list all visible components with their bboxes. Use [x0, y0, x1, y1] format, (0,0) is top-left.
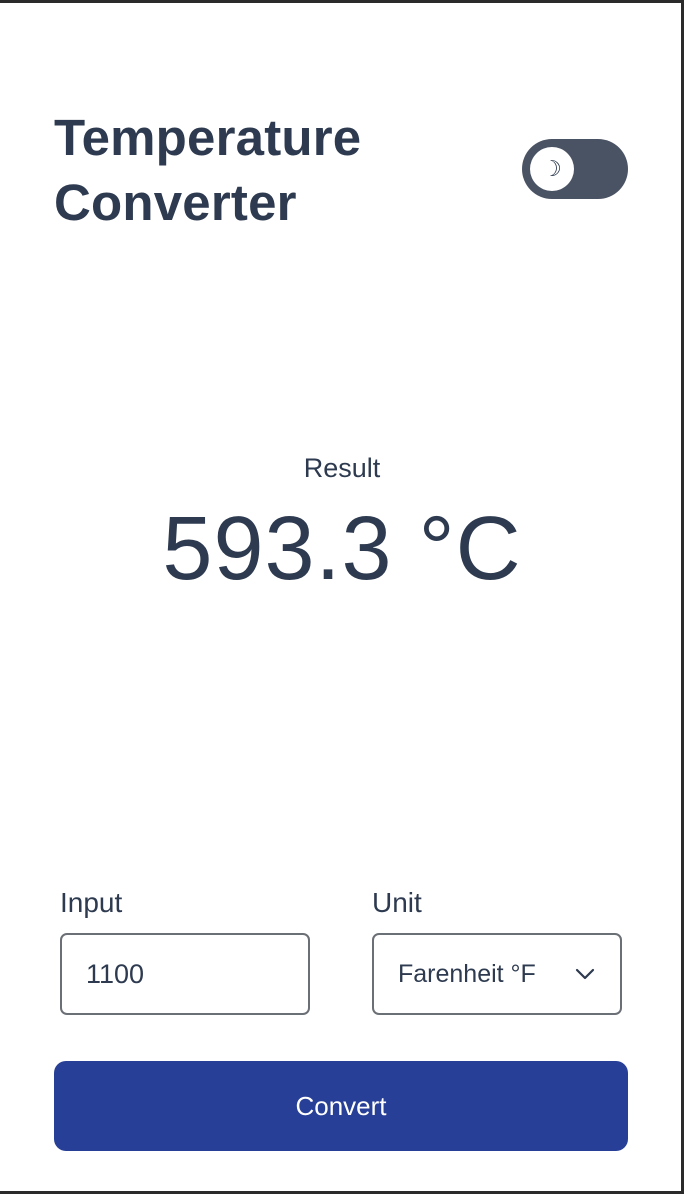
unit-select[interactable]: Farenheit °F [372, 933, 622, 1015]
theme-toggle[interactable]: ☽ [522, 139, 628, 199]
theme-toggle-knob: ☽ [530, 147, 574, 191]
input-label: Input [60, 887, 123, 918]
result-value: 593.3 °C [162, 499, 522, 599]
convert-button[interactable]: Convert [54, 1061, 628, 1151]
unit-label: Unit [372, 887, 422, 918]
chevron-down-icon [575, 968, 595, 980]
page-title-line-2: Converter [54, 174, 297, 231]
unit-select-value: Farenheit °F [398, 959, 536, 988]
app-frame: Temperature Converter ☽ Result 593.3 °C … [0, 0, 684, 1194]
result-label: Result [303, 453, 381, 483]
page-title-line-1: Temperature [54, 109, 362, 166]
page-title: Temperature Converter [54, 105, 434, 235]
temperature-input[interactable] [60, 933, 310, 1015]
moon-icon: ☽ [542, 156, 562, 182]
